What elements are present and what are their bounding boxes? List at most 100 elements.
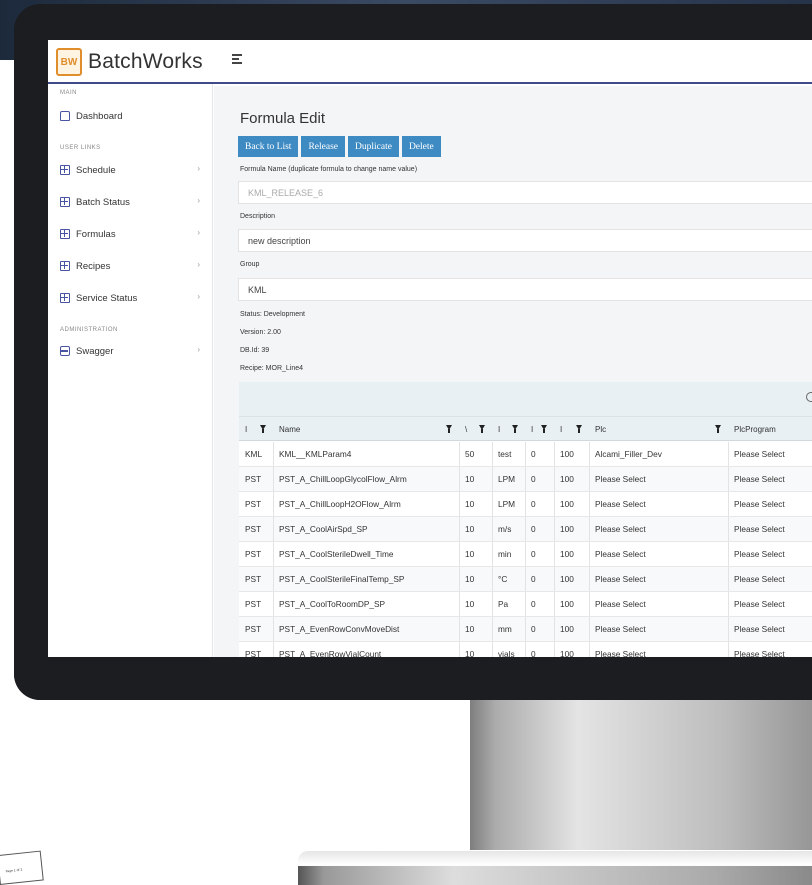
description-field[interactable]: new description [238, 229, 812, 252]
cell-max: 100 [560, 474, 574, 484]
cell-min: 0 [531, 499, 536, 509]
filter-icon[interactable] [260, 425, 266, 433]
delete-button[interactable]: Delete [401, 136, 441, 157]
column-divider [525, 517, 526, 541]
cell-value: 10 [465, 649, 475, 657]
description-label: Description [240, 213, 276, 220]
column-divider [728, 617, 729, 641]
sidebar-item-dashboard[interactable]: Dashboard [60, 109, 200, 123]
column-header-label: I [560, 425, 563, 434]
column-divider [492, 642, 493, 657]
column-header-plcprogram[interactable]: PlcProgram [728, 417, 812, 442]
cell-plcprogram: Please Select [734, 649, 785, 657]
column-divider [728, 567, 729, 591]
menu-toggle-icon[interactable] [232, 54, 242, 64]
column-divider [273, 642, 274, 657]
sidebar-item-label: Recipes [76, 260, 111, 272]
column-header-plc[interactable]: Plc [589, 417, 728, 442]
monitor-chin [14, 657, 812, 700]
table-row[interactable]: PST PST_A_EvenRowVialCount 10 vials 0 100 Plea… [239, 642, 812, 657]
column-header-type[interactable]: I [239, 417, 273, 442]
column-divider [589, 517, 590, 541]
cell-unit: LPM [498, 499, 516, 509]
cell-plc: Please Select [595, 499, 646, 509]
cell-name: PST_A_CoolSterileDwell_Time [279, 549, 394, 559]
cell-min: 0 [531, 449, 536, 459]
cell-max: 100 [560, 549, 574, 559]
column-header-value[interactable]: \ [459, 417, 492, 442]
cell-type: PST [245, 624, 262, 634]
column-divider [728, 642, 729, 657]
sidebar-item-schedule[interactable]: Schedule › [60, 163, 200, 177]
cell-unit: m/s [498, 524, 512, 534]
duplicate-button[interactable]: Duplicate [348, 136, 399, 157]
monitor-stand [470, 700, 812, 850]
cell-name: PST_A_ChillLoopGlycolFlow_Alrm [279, 474, 407, 484]
column-header-unit[interactable]: I [492, 417, 525, 442]
table-row[interactable]: PST PST_A_CoolAirSpd_SP 10 m/s 0 100 Please Se… [239, 517, 812, 542]
app-logo[interactable]: BW BatchWorks [56, 44, 203, 80]
search-icon[interactable] [806, 392, 812, 402]
column-divider [589, 442, 590, 466]
column-header-min[interactable]: I [525, 417, 554, 442]
column-divider [525, 542, 526, 566]
cell-plc: Alcami_Filler_Dev [595, 449, 662, 459]
cell-plcprogram: Please Select [734, 449, 785, 459]
table-row[interactable]: PST PST_A_ChillLoopGlycolFlow_Alrm 10 LPM 0 1… [239, 467, 812, 492]
column-header-label: I [531, 425, 534, 434]
table-row[interactable]: PST PST_A_CoolToRoomDP_SP 10 Pa 0 100 Please S… [239, 592, 812, 617]
column-divider [459, 642, 460, 657]
cell-value: 10 [465, 474, 475, 484]
column-divider [728, 592, 729, 616]
cell-type: PST [245, 599, 262, 609]
sidebar-item-service-status[interactable]: Service Status › [60, 291, 200, 305]
column-divider [525, 642, 526, 657]
group-field[interactable]: KML [238, 278, 812, 301]
column-header-max[interactable]: I [554, 417, 589, 442]
cell-type: PST [245, 649, 262, 657]
chevron-right-icon: › [197, 164, 200, 173]
table-row[interactable]: PST PST_A_CoolSterileDwell_Time 10 min 0 100 P… [239, 542, 812, 567]
cell-name: PST_A_EvenRowVialCount [279, 649, 382, 657]
cell-name: PST_A_CoolToRoomDP_SP [279, 599, 386, 609]
grid-header: I Name \ I I I Plc PlcProgram [239, 416, 812, 441]
column-divider [525, 492, 526, 516]
table-row[interactable]: PST PST_A_EvenRowConvMoveDist 10 mm 0 100 Plea… [239, 617, 812, 642]
column-divider [273, 542, 274, 566]
filter-icon[interactable] [479, 425, 485, 433]
column-divider [525, 467, 526, 491]
column-divider [728, 492, 729, 516]
formula-name-field[interactable]: KML_RELEASE_6 [238, 181, 812, 204]
filter-icon[interactable] [512, 425, 518, 433]
column-header-label: \ [465, 425, 468, 434]
back-to-list-button[interactable]: Back to List [238, 136, 299, 157]
release-button[interactable]: Release [301, 136, 345, 157]
column-divider [554, 517, 555, 541]
table-row[interactable]: KML KML__KMLParam4 50 test 0 100 Alcami_Filler… [239, 442, 812, 467]
column-divider [459, 467, 460, 491]
column-divider [554, 592, 555, 616]
filter-icon[interactable] [446, 425, 452, 433]
column-header-name[interactable]: Name [273, 417, 459, 442]
cell-plcprogram: Please Select [734, 599, 785, 609]
filter-icon[interactable] [576, 425, 582, 433]
filter-icon[interactable] [715, 425, 721, 433]
sidebar-item-formulas[interactable]: Formulas › [60, 227, 200, 241]
column-divider [728, 517, 729, 541]
column-divider [273, 567, 274, 591]
column-divider [554, 617, 555, 641]
sidebar-item-swagger[interactable]: Swagger › [60, 344, 200, 358]
sidebar-item-label: Service Status [76, 292, 138, 304]
sidebar-item-batch-status[interactable]: Batch Status › [60, 195, 200, 209]
table-row[interactable]: PST PST_A_CoolSterileFinalTemp_SP 10 °C 0 100… [239, 567, 812, 592]
sidebar-item-recipes[interactable]: Recipes › [60, 259, 200, 273]
paper-text: Page 1 of 2 [5, 867, 23, 874]
column-header-label: PlcProgram [734, 425, 776, 434]
cell-plcprogram: Please Select [734, 574, 785, 584]
home-icon [60, 111, 70, 121]
table-row[interactable]: PST PST_A_ChillLoopH2OFlow_Alrm 10 LPM 0 100 P… [239, 492, 812, 517]
cell-plc: Please Select [595, 624, 646, 634]
cell-plcprogram: Please Select [734, 549, 785, 559]
filter-icon[interactable] [541, 425, 547, 433]
column-divider [554, 442, 555, 466]
